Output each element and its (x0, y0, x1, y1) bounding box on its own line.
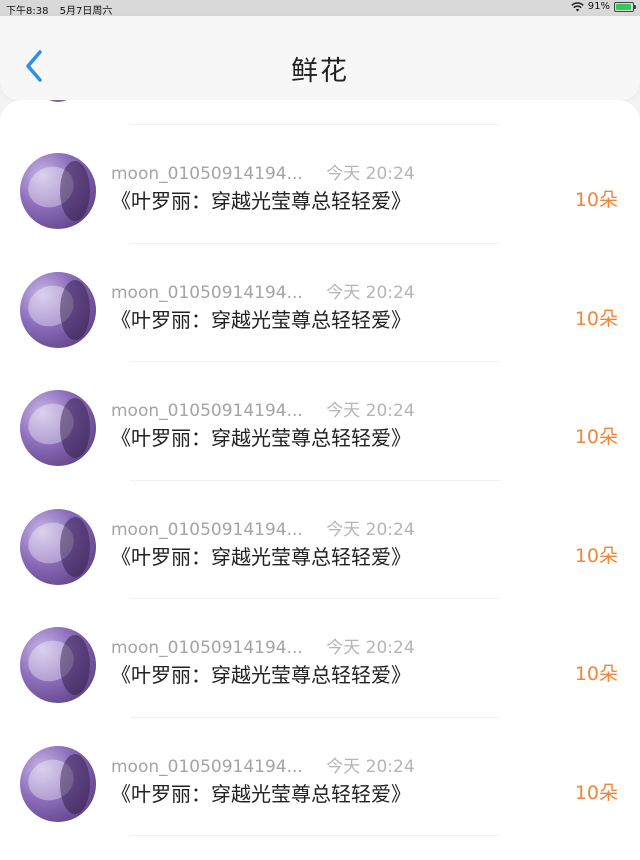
book-title[interactable]: 《叶罗丽：穿越光莹尊总轻轻爱》 (111, 304, 411, 333)
status-indicators: 91% (571, 1, 636, 12)
timestamp: 今天 20:24 (326, 164, 415, 184)
status-bar: 下午8:38 5月7日周六 91% (0, 0, 640, 17)
user-line: moon_01050914194... 今天 20:24 (111, 515, 415, 540)
username: moon_01050914194... (111, 401, 303, 421)
list-item[interactable]: moon_01050914194... 今天 20:24 《叶罗丽：穿越光莹尊总… (0, 244, 640, 362)
avatar[interactable] (20, 153, 96, 229)
battery-level-fill (616, 3, 631, 10)
user-line: moon_01050914194... 今天 20:24 (111, 752, 415, 777)
username: moon_01050914194... (111, 283, 303, 303)
timestamp: 今天 20:24 (326, 283, 415, 303)
flower-count: 10朵 (574, 426, 618, 448)
flower-count: 10朵 (574, 308, 618, 330)
timestamp: 今天 20:24 (326, 638, 415, 658)
battery-percent: 91% (587, 1, 610, 12)
list-item[interactable]: moon_01050914194... 今天 20:24 《叶罗丽：穿越光莹尊总… (0, 481, 640, 599)
timestamp: 今天 20:24 (326, 401, 415, 421)
avatar[interactable] (20, 509, 96, 585)
partial-avatar (38, 100, 78, 102)
username: moon_01050914194... (111, 638, 303, 658)
page-title: 鲜花 (291, 56, 349, 87)
battery-icon (614, 1, 636, 12)
avatar[interactable] (20, 746, 96, 822)
book-title[interactable]: 《叶罗丽：穿越光莹尊总轻轻爱》 (111, 541, 411, 570)
user-line: moon_01050914194... 今天 20:24 (111, 633, 415, 658)
timestamp: 今天 20:24 (326, 757, 415, 777)
status-time-date: 下午8:38 5月7日周六 (6, 2, 112, 17)
list-item[interactable]: moon_01050914194... 今天 20:24 《叶罗丽：穿越光莹尊总… (0, 125, 640, 243)
book-title[interactable]: 《叶罗丽：穿越光莹尊总轻轻爱》 (111, 422, 411, 451)
username: moon_01050914194... (111, 520, 303, 540)
flower-count: 10朵 (574, 545, 618, 567)
avatar[interactable] (20, 390, 96, 466)
list-item[interactable]: moon_01050914194... 今天 20:24 《叶罗丽：穿越光莹尊总… (0, 362, 640, 480)
list-item[interactable]: moon_01050914194... 今天 20:24 《叶罗丽：穿越光莹尊总… (0, 599, 640, 717)
book-title[interactable]: 《叶罗丽：穿越光莹尊总轻轻爱》 (111, 659, 411, 688)
flower-count: 10朵 (574, 189, 618, 211)
user-line: moon_01050914194... 今天 20:24 (111, 159, 415, 184)
wifi-icon (571, 1, 584, 12)
divider (130, 835, 500, 836)
timestamp: 今天 20:24 (326, 520, 415, 540)
username: moon_01050914194... (111, 164, 303, 184)
list-item[interactable]: moon_01050914194... 今天 20:24 《叶罗丽：穿越光莹尊总… (0, 718, 640, 836)
book-title[interactable]: 《叶罗丽：穿越光莹尊总轻轻爱》 (111, 185, 411, 214)
book-title[interactable]: 《叶罗丽：穿越光莹尊总轻轻爱》 (111, 778, 411, 807)
avatar[interactable] (20, 627, 96, 703)
navigation-bar: 鲜花 (0, 16, 640, 100)
user-line: moon_01050914194... 今天 20:24 (111, 278, 415, 303)
avatar[interactable] (20, 272, 96, 348)
user-line: moon_01050914194... 今天 20:24 (111, 396, 415, 421)
flower-record-list: moon_01050914194... 今天 20:24 《叶罗丽：穿越光莹尊总… (0, 100, 640, 860)
flower-count: 10朵 (574, 663, 618, 685)
username: moon_01050914194... (111, 757, 303, 777)
flower-count: 10朵 (574, 782, 618, 804)
